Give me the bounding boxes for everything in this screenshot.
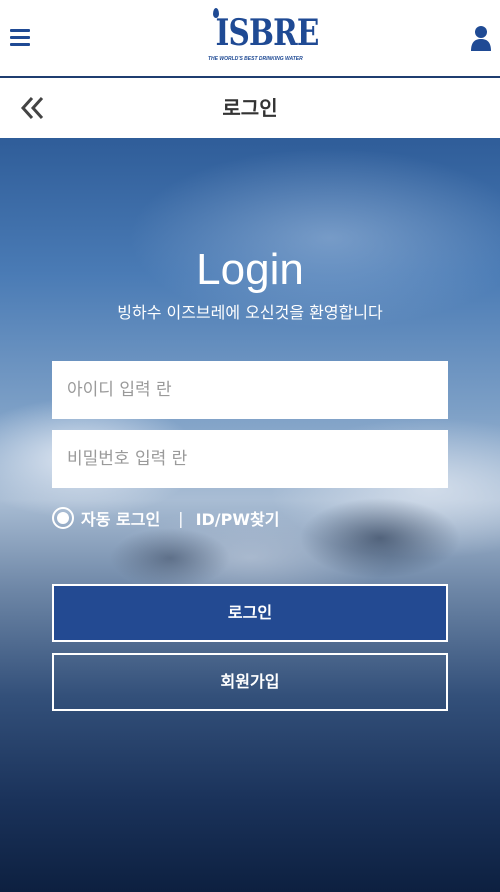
page-title: 로그인 xyxy=(222,96,278,120)
auto-login-radio[interactable] xyxy=(52,507,74,529)
isbre-logo[interactable]: ISBRE THE WORLD'S BEST DRINKING WATER xyxy=(208,8,320,70)
logo-text: ISBRE xyxy=(215,12,320,54)
user-icon[interactable] xyxy=(470,25,492,51)
welcome-text: 빙하수 이즈브레에 오신것을 환영합니다 xyxy=(117,303,383,322)
user-id-input[interactable] xyxy=(52,361,448,419)
password-input[interactable] xyxy=(52,430,448,488)
login-button[interactable]: 로그인 xyxy=(52,584,448,642)
auto-login-label[interactable]: 자동 로그인 xyxy=(81,506,160,530)
find-id-pw-link[interactable]: ID/PW찾기 xyxy=(196,506,280,530)
login-heading: Login xyxy=(196,245,304,294)
hamburger-menu-icon[interactable] xyxy=(10,29,30,47)
top-app-bar: ISBRE THE WORLD'S BEST DRINKING WATER xyxy=(0,0,500,78)
login-options: 자동 로그인 | ID/PW찾기 xyxy=(52,506,279,530)
separator: | xyxy=(178,508,184,528)
signup-button[interactable]: 회원가입 xyxy=(52,653,448,711)
